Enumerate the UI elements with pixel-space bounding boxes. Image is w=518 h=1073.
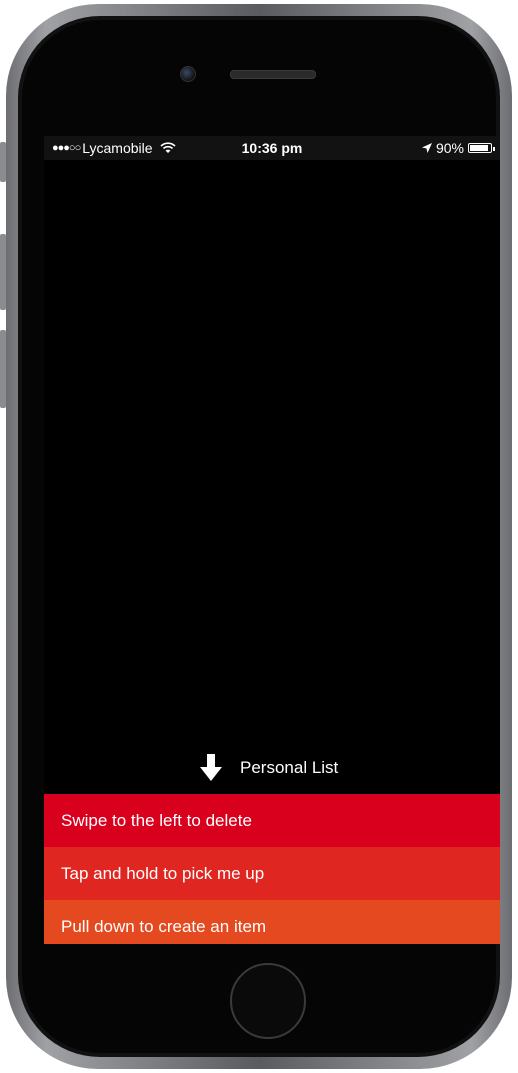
list-items: Swipe to the left to delete Tap and hold … (44, 794, 500, 944)
volume-down-button (0, 330, 6, 408)
list-item[interactable]: Pull down to create an item (44, 900, 500, 944)
screen: ●●●○○ Lycamobile 10:36 pm 90% Personal L… (44, 136, 500, 944)
earpiece-speaker (230, 70, 316, 79)
battery-icon (468, 143, 495, 153)
status-right-group: 90% (421, 140, 495, 156)
list-item-label: Pull down to create an item (61, 916, 267, 936)
volume-up-button (0, 234, 6, 310)
status-bar: ●●●○○ Lycamobile 10:36 pm 90% (44, 136, 500, 160)
list-item[interactable]: Tap and hold to pick me up (44, 847, 500, 900)
home-button[interactable] (230, 963, 306, 1039)
mute-switch (0, 142, 6, 182)
arrow-down-icon (200, 754, 222, 781)
battery-percent: 90% (435, 140, 464, 156)
list-item[interactable]: Swipe to the left to delete (44, 794, 500, 847)
location-arrow-icon (421, 143, 432, 153)
list-title: Personal List (240, 758, 339, 777)
list-item-label: Swipe to the left to delete (61, 810, 252, 830)
front-camera (180, 66, 196, 82)
list-item-label: Tap and hold to pick me up (61, 863, 265, 883)
